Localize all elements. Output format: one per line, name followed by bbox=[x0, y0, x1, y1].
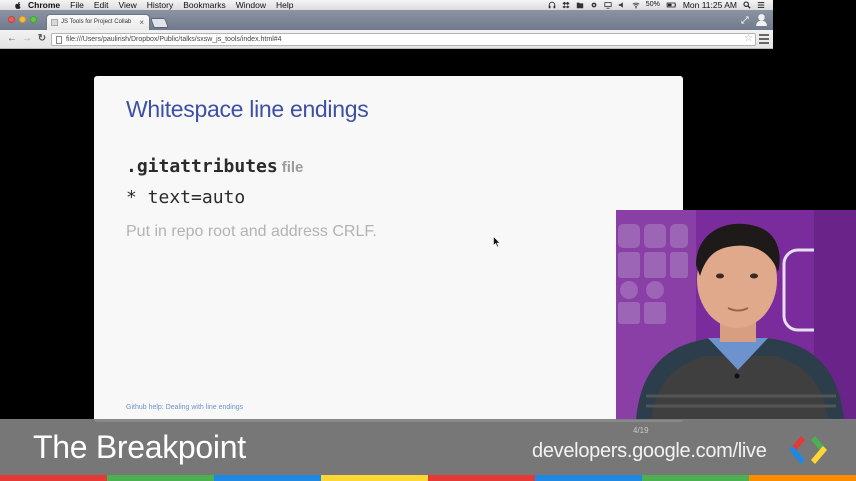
forward-icon[interactable]: → bbox=[21, 33, 33, 45]
show-url: developers.google.com/live bbox=[532, 440, 767, 462]
color-stripe-segment bbox=[749, 475, 856, 481]
slide-body-text: Put in repo root and address CRLF. bbox=[126, 223, 377, 240]
broadcast-lower-third: 4/19 The Breakpoint developers.google.co… bbox=[0, 419, 856, 475]
headphones-icon[interactable] bbox=[548, 1, 556, 9]
clock[interactable]: Mon 11:25 AM bbox=[683, 0, 737, 10]
color-stripe-segment bbox=[642, 475, 749, 481]
new-tab-button[interactable] bbox=[150, 18, 169, 28]
folder-icon[interactable] bbox=[576, 1, 584, 9]
github-help-link[interactable]: Github help: Dealing with line endings bbox=[126, 404, 243, 411]
menu-window[interactable]: Window bbox=[236, 0, 266, 10]
close-window-icon[interactable] bbox=[8, 16, 15, 23]
presenter-video-frame bbox=[616, 210, 856, 420]
color-stripe-segment bbox=[214, 475, 321, 481]
mac-menu-bar: Chrome File Edit View History Bookmarks … bbox=[0, 0, 773, 10]
list-icon[interactable] bbox=[757, 1, 765, 9]
presenter-webcam-video bbox=[616, 210, 856, 420]
profile-avatar-icon[interactable] bbox=[755, 13, 768, 26]
google-developers-logo-icon bbox=[789, 436, 827, 464]
reload-icon[interactable]: ↻ bbox=[36, 33, 48, 45]
address-bar[interactable]: file:///Users/paulirish/Dropbox/Public/t… bbox=[51, 33, 756, 46]
menu-extras: 50% Mon 11:25 AM bbox=[542, 0, 765, 10]
dropbox-icon[interactable] bbox=[562, 1, 570, 9]
browser-tab-strip: JS Tools for Project Collab × bbox=[0, 10, 773, 30]
minimize-window-icon[interactable] bbox=[19, 16, 26, 23]
code-filename-line: .gitattributes file bbox=[126, 156, 303, 177]
browser-tab[interactable]: JS Tools for Project Collab × bbox=[46, 14, 150, 30]
url-text: file:///Users/paulirish/Dropbox/Public/t… bbox=[66, 36, 282, 43]
menu-file[interactable]: File bbox=[70, 0, 84, 10]
menu-bookmarks[interactable]: Bookmarks bbox=[183, 0, 226, 10]
menu-help[interactable]: Help bbox=[276, 0, 293, 10]
browser-toolbar: ← → ↻ file:///Users/paulirish/Dropbox/Pu… bbox=[0, 30, 773, 49]
maximize-window-icon[interactable] bbox=[30, 16, 37, 23]
close-tab-icon[interactable]: × bbox=[139, 15, 144, 30]
slide-counter: 4/19 bbox=[633, 426, 649, 435]
color-stripe-segment bbox=[107, 475, 214, 481]
battery-percent: 50% bbox=[645, 1, 660, 8]
menu-view[interactable]: View bbox=[118, 0, 136, 10]
brand-color-stripe bbox=[0, 475, 856, 481]
color-stripe-segment bbox=[428, 475, 535, 481]
page-icon bbox=[56, 36, 62, 44]
show-title: The Breakpoint bbox=[33, 429, 246, 465]
color-stripe-segment bbox=[321, 475, 428, 481]
slide-title: Whitespace line endings bbox=[126, 96, 369, 122]
wifi-icon[interactable] bbox=[632, 1, 640, 9]
color-stripe-segment bbox=[535, 475, 642, 481]
volume-icon[interactable] bbox=[618, 1, 626, 9]
back-icon[interactable]: ← bbox=[6, 33, 18, 45]
code-filename-suffix: file bbox=[281, 159, 304, 176]
display-icon[interactable] bbox=[604, 1, 612, 9]
tab-title: JS Tools for Project Collab bbox=[61, 19, 132, 25]
fullscreen-icon[interactable] bbox=[741, 16, 749, 24]
code-snippet: * text=auto bbox=[126, 187, 246, 208]
color-stripe-segment bbox=[0, 475, 107, 481]
gear-icon[interactable] bbox=[590, 1, 598, 9]
apple-icon[interactable] bbox=[14, 1, 22, 9]
menu-history[interactable]: History bbox=[147, 0, 173, 10]
battery-icon[interactable] bbox=[666, 1, 677, 9]
presentation-slide: Whitespace line endings .gitattributes fi… bbox=[94, 76, 683, 422]
menu-edit[interactable]: Edit bbox=[94, 0, 109, 10]
code-filename: .gitattributes bbox=[126, 156, 278, 177]
chrome-menu-icon[interactable] bbox=[759, 34, 769, 44]
menu-chrome[interactable]: Chrome bbox=[28, 0, 60, 10]
search-icon[interactable] bbox=[743, 1, 751, 9]
page-favicon-icon bbox=[51, 19, 58, 26]
mouse-cursor-icon bbox=[493, 236, 501, 248]
star-icon[interactable]: ☆ bbox=[744, 34, 753, 45]
